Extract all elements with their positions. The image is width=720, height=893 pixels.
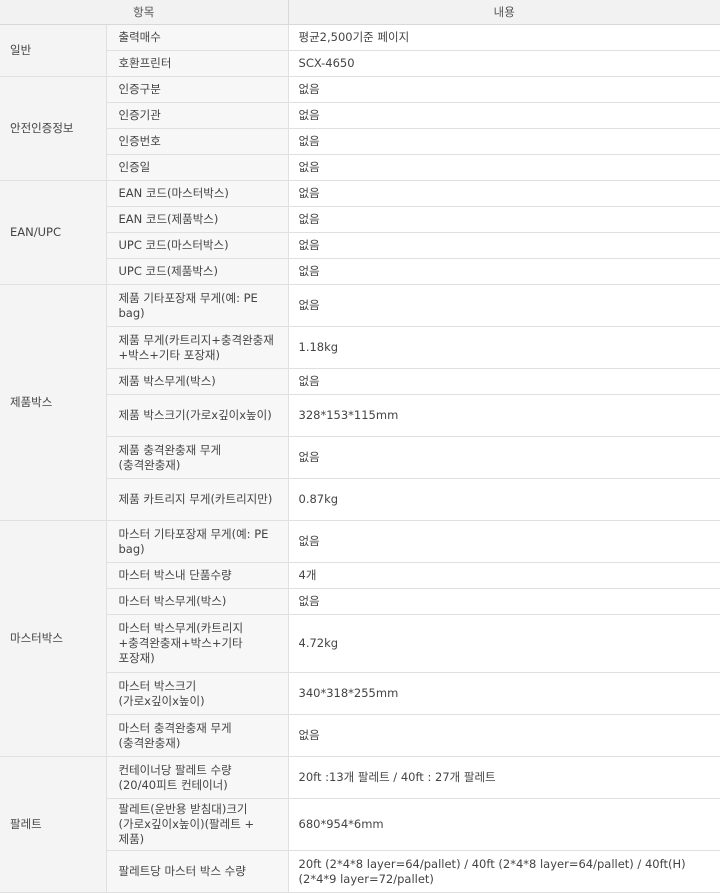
value-cell: 340*318*255mm	[288, 672, 720, 715]
category-cell: EAN/UPC	[0, 180, 107, 285]
table-row: UPC 코드(제품박스) 없음	[0, 258, 720, 285]
value-cell: 없음	[288, 102, 720, 129]
value-cell: 없음	[288, 258, 720, 285]
item-cell: 마스터 박스내 단품수량	[106, 562, 289, 589]
item-cell: EAN 코드(마스터박스)	[106, 180, 289, 207]
spec-table: 항목 내용 일반 출력매수 평균2,500기준 페이지 호환프린터 SCX-4650 안전…	[0, 0, 720, 893]
table-row: 마스터 박스크기(가로x깊이x높이) 340*318*255mm	[0, 672, 720, 715]
table-row: EAN/UPC EAN 코드(마스터박스) 없음	[0, 180, 720, 285]
value-cell: 없음	[288, 180, 720, 207]
value-cell: 없음	[288, 76, 720, 103]
value-cell: 없음	[288, 714, 720, 757]
value-cell: 없음	[288, 436, 720, 479]
table-row: 제품 충격완충재 무게(충격완충재) 없음	[0, 436, 720, 479]
table-row: 제품 박스크기(가로x깊이x높이) 328*153*115mm	[0, 394, 720, 437]
item-cell: EAN 코드(제품박스)	[106, 206, 289, 233]
value-cell: 없음	[288, 154, 720, 181]
item-cell: 제품 카트리지 무게(카트리지만)	[106, 478, 289, 521]
header-item: 항목	[0, 0, 289, 25]
category-cell: 안전인증정보	[0, 76, 107, 181]
table-row: 안전인증정보 인증구분 없음	[0, 76, 720, 181]
item-cell: 인증구분	[106, 76, 289, 103]
item-cell: 제품 기타포장재 무게(예: PE bag)	[106, 284, 289, 327]
value-cell: SCX-4650	[288, 50, 720, 77]
table-row: UPC 코드(마스터박스) 없음	[0, 232, 720, 259]
category-cell: 팔레트	[0, 756, 107, 893]
value-cell: 4개	[288, 562, 720, 589]
item-cell: 마스터 박스크기(가로x깊이x높이)	[106, 672, 289, 715]
table-row: 마스터 박스무게(카트리지+충격완충재+박스+기타 포장재) 4.72kg	[0, 614, 720, 673]
value-cell: 20ft (2*4*8 layer=64/pallet) / 40ft (2*4…	[288, 850, 720, 893]
table-row: 제품 카트리지 무게(카트리지만) 0.87kg	[0, 478, 720, 521]
table-row: 팔레트(운반용 받침대)크기(가로x깊이x높이)(팔레트 + 제품) 680*95…	[0, 798, 720, 851]
item-cell: 인증기관	[106, 102, 289, 129]
item-cell: 제품 박스크기(가로x깊이x높이)	[106, 394, 289, 437]
table-row: 마스터박스 마스터 기타포장재 무게(예: PE bag) 없음	[0, 520, 720, 757]
table-row: 마스터 박스내 단품수량 4개	[0, 562, 720, 589]
table-row: EAN 코드(제품박스) 없음	[0, 206, 720, 233]
value-cell: 328*153*115mm	[288, 394, 720, 437]
value-cell: 없음	[288, 128, 720, 155]
table-row: 마스터 박스무게(박스) 없음	[0, 588, 720, 615]
value-cell: 680*954*6mm	[288, 798, 720, 851]
table-row: 마스터 충격완충재 무게(충격완충재) 없음	[0, 714, 720, 757]
value-cell: 평균2,500기준 페이지	[288, 24, 720, 51]
item-cell: 인증일	[106, 154, 289, 181]
item-cell: 호환프린터	[106, 50, 289, 77]
item-cell: 팔레트당 마스터 박스 수량	[106, 850, 289, 893]
table-row: 인증번호 없음	[0, 128, 720, 155]
table-row: 제품박스 제품 기타포장재 무게(예: PE bag) 없음	[0, 284, 720, 521]
table-row: 호환프린터 SCX-4650	[0, 50, 720, 77]
item-cell: 마스터 박스무게(카트리지+충격완충재+박스+기타 포장재)	[106, 614, 289, 673]
value-cell: 20ft :13개 팔레트 / 40ft : 27개 팔레트	[288, 756, 720, 799]
item-cell: 제품 무게(카트리지+충격완충재+박스+기타 포장재)	[106, 326, 289, 369]
item-cell: UPC 코드(마스터박스)	[106, 232, 289, 259]
table-row: 제품 박스무게(박스) 없음	[0, 368, 720, 395]
value-cell: 없음	[288, 284, 720, 327]
value-cell: 4.72kg	[288, 614, 720, 673]
item-cell: UPC 코드(제품박스)	[106, 258, 289, 285]
item-cell: 마스터 박스무게(박스)	[106, 588, 289, 615]
value-cell: 없음	[288, 588, 720, 615]
value-cell: 없음	[288, 232, 720, 259]
table-row: 팔레트당 마스터 박스 수량 20ft (2*4*8 layer=64/palle…	[0, 850, 720, 893]
item-cell: 마스터 기타포장재 무게(예: PE bag)	[106, 520, 289, 563]
item-cell: 제품 충격완충재 무게(충격완충재)	[106, 436, 289, 479]
table-row: 인증기관 없음	[0, 102, 720, 129]
value-cell: 없음	[288, 206, 720, 233]
item-cell: 제품 박스무게(박스)	[106, 368, 289, 395]
category-cell: 일반	[0, 24, 107, 77]
table-row: 인증일 없음	[0, 154, 720, 181]
item-cell: 팔레트(운반용 받침대)크기(가로x깊이x높이)(팔레트 + 제품)	[106, 798, 289, 851]
item-cell: 인증번호	[106, 128, 289, 155]
item-cell: 출력매수	[106, 24, 289, 51]
header-content: 내용	[288, 0, 720, 25]
table-row: 일반 출력매수 평균2,500기준 페이지	[0, 24, 720, 77]
table-row: 제품 무게(카트리지+충격완충재+박스+기타 포장재) 1.18kg	[0, 326, 720, 369]
spec-table-body: 일반 출력매수 평균2,500기준 페이지 호환프린터 SCX-4650 안전인증정보 인증…	[0, 24, 720, 893]
table-header-row: 항목 내용	[0, 0, 720, 25]
category-cell: 마스터박스	[0, 520, 107, 757]
item-cell: 마스터 충격완충재 무게(충격완충재)	[106, 714, 289, 757]
value-cell: 0.87kg	[288, 478, 720, 521]
item-cell: 컨테이너당 팔레트 수량(20/40피트 컨테이너)	[106, 756, 289, 799]
value-cell: 없음	[288, 520, 720, 563]
category-cell: 제품박스	[0, 284, 107, 521]
value-cell: 없음	[288, 368, 720, 395]
table-row: 팔레트 컨테이너당 팔레트 수량(20/40피트 컨테이너) 20ft :13개 팔…	[0, 756, 720, 893]
value-cell: 1.18kg	[288, 326, 720, 369]
